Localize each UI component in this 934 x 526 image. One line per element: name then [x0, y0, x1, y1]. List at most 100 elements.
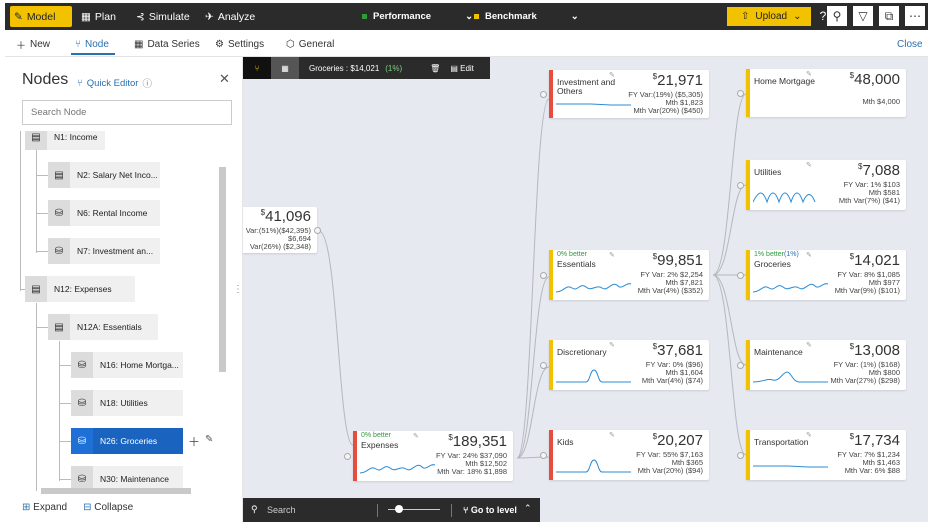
performance-selector[interactable]: Performance ⌄ [362, 3, 473, 30]
tree-view-icon[interactable]: ⑂ [243, 57, 271, 79]
better-badge: 1% better [754, 251, 784, 258]
mth-value: Mth $4,000 [862, 97, 900, 106]
tree-node-n2[interactable]: ▤ N2: Salary Net Inco... [48, 162, 160, 188]
node-card-transportation[interactable]: Transportation ✎ $17,734 FY Var: 7% $1,234 M… [746, 430, 906, 480]
go-to-level-button[interactable]: ⑂ Go to level [463, 505, 517, 515]
pencil-icon[interactable]: ✎ [609, 251, 615, 259]
pin-icon[interactable]: ⚲ [827, 6, 847, 26]
pencil-icon[interactable]: ✎ [609, 431, 615, 439]
tree-node-n6[interactable]: ⛁ N6: Rental Income [48, 200, 160, 226]
quick-editor-link[interactable]: ⑂ Quick Editor ⓘ [77, 76, 152, 91]
node-card-utilities[interactable]: Utilities ✎ $7,088 FY Var: 1% $103 Mth $581 M… [746, 160, 906, 210]
status-bar [746, 69, 750, 117]
plan-tab[interactable]: ▦ Plan [81, 3, 116, 30]
collapse-node-icon[interactable] [737, 362, 744, 369]
new-button[interactable]: ＋ New [16, 31, 50, 57]
tree-node-n16[interactable]: ⛁ N16: Home Mortga... [71, 352, 183, 378]
edit-button[interactable]: ▤ Edit [450, 64, 474, 73]
mth-var: Mth Var(27%) ($298) [830, 376, 900, 385]
cube-icon: ⬡ [286, 38, 295, 50]
node-value: $41,096 [260, 208, 311, 225]
node-value: $14,021 [849, 252, 900, 269]
search-node-input[interactable] [22, 100, 232, 125]
node-card-investment[interactable]: Investment and Others ✎ $21,971 FY Var:(19%… [549, 70, 709, 118]
simulate-icon: ⊰ [136, 10, 145, 23]
node-icon: ⑂ [75, 38, 81, 50]
tree-node-n18[interactable]: ⛁ N18: Utilities [71, 390, 183, 416]
close-icon[interactable]: ✕ [219, 71, 230, 87]
benchmark-selector[interactable]: Benchmark ⌄ [474, 3, 579, 30]
horizontal-scrollbar[interactable] [41, 488, 191, 494]
pencil-icon[interactable]: ✎ [806, 341, 812, 349]
delete-icon[interactable]: 🗑 [430, 64, 440, 73]
zoom-slider-handle[interactable] [395, 505, 403, 513]
node-card-mortgage[interactable]: Home Mortgage ✎ $48,000 Mth $4,000 [746, 69, 906, 117]
tree-node-n26[interactable]: ⛁ N26: Groceries [71, 428, 183, 454]
model-tab[interactable]: ✎ Model [10, 6, 72, 27]
info-icon: ⓘ [142, 79, 152, 90]
node-card-discretionary[interactable]: Discretionary ✎ $37,681 FY Var: 0% ($96) Mth… [549, 340, 709, 390]
more-options-icon[interactable]: ⋯ [905, 6, 925, 26]
search-icon[interactable]: ⚲ [251, 504, 258, 515]
pencil-icon[interactable]: ✎ [806, 251, 812, 259]
better-badge: 0% better [361, 432, 391, 439]
focus-mode-icon[interactable]: ⧉ [879, 6, 899, 26]
tab-data-series[interactable]: ▦ Data Series [134, 31, 200, 57]
hierarchy-icon: ⑂ [463, 505, 469, 515]
node-name: Kids [557, 437, 574, 447]
tree-node-n1[interactable]: ▤ N1: Income [25, 131, 105, 150]
status-bar [746, 160, 750, 210]
close-button[interactable]: Close [897, 31, 923, 57]
collapse-node-icon[interactable] [737, 272, 744, 279]
collapse-node-icon[interactable] [344, 453, 351, 460]
collapse-node-icon[interactable] [540, 452, 547, 459]
pencil-icon[interactable]: ✎ [806, 70, 812, 78]
upload-button[interactable]: ⇧ Upload ⌄ [727, 7, 811, 26]
node-card-essentials[interactable]: 0% better Essentials ✎ $99,851 FY Var: 2% $2… [549, 250, 709, 300]
collapse-button[interactable]: ⊟ Collapse [83, 502, 133, 513]
collapse-node-icon[interactable] [540, 362, 547, 369]
expand-button[interactable]: ⊞ Expand [22, 502, 67, 513]
collapse-node-icon[interactable] [540, 91, 547, 98]
pencil-icon[interactable]: ✎ [806, 431, 812, 439]
tab-general[interactable]: ⬡ General [286, 31, 334, 57]
tree-canvas: ⑂ ▦ Groceries : $14,021 (1%) 🗑 ▤ Edit $4… [243, 57, 928, 522]
pencil-icon[interactable]: ✎ [413, 432, 419, 440]
database-icon: ⛁ [71, 428, 93, 454]
simulate-tab[interactable]: ⊰ Simulate [136, 3, 190, 30]
tree-node-n7[interactable]: ⛁ N7: Investment an... [48, 238, 160, 264]
tree-node-n12a[interactable]: ▤ N12A: Essentials [48, 314, 158, 340]
canvas-search-input[interactable]: Search [267, 505, 296, 515]
database-icon: ⛁ [71, 352, 93, 378]
pencil-icon[interactable]: ✎ [609, 341, 615, 349]
pencil-icon[interactable]: ✎ [609, 71, 615, 79]
collapse-node-icon[interactable] [540, 272, 547, 279]
collapse-node-icon[interactable] [737, 90, 744, 97]
node-card-maintenance[interactable]: Maintenance ✎ $13,008 FY Var: (1%) ($168) Mt… [746, 340, 906, 390]
node-card-expenses[interactable]: 0% better Expenses ✎ $189,351 FY Var: 24% $3… [353, 431, 513, 481]
grid-view-icon[interactable]: ▦ [271, 57, 299, 79]
collapse-node-icon[interactable] [314, 227, 321, 234]
edit-node-icon[interactable]: ✎ [205, 434, 213, 445]
tab-settings[interactable]: ⚙ Settings [215, 31, 264, 57]
chevron-up-icon[interactable]: ⌃ [524, 503, 532, 514]
vertical-scrollbar[interactable] [219, 167, 226, 372]
status-bar [549, 70, 553, 118]
filter-icon[interactable]: ▽ [853, 6, 873, 26]
mth-var: Mth Var(4%) ($352) [637, 286, 703, 295]
collapse-node-icon[interactable] [737, 452, 744, 459]
node-card-kids[interactable]: Kids ✎ $20,207 FY Var: 55% $7,163 Mth $365 Mt… [549, 430, 709, 480]
tree-node-n12[interactable]: ▤ N12: Expenses [25, 276, 135, 302]
analyze-tab[interactable]: ✈ Analyze [205, 3, 255, 30]
mth-var: Mth Var(20%) ($450) [633, 106, 703, 115]
resize-handle-icon[interactable]: ⋮ [233, 284, 243, 295]
panel-footer: ⊞ Expand ⊟ Collapse [22, 502, 133, 513]
node-card-income[interactable]: $41,096 Var:(51%)($42,395) $6,694 Var(26… [243, 207, 317, 253]
status-bar [549, 250, 553, 300]
pencil-icon[interactable]: ✎ [806, 161, 812, 169]
collapse-node-icon[interactable] [737, 182, 744, 189]
add-node-icon[interactable]: ＋ [188, 433, 200, 450]
node-name: Home Mortgage [754, 76, 815, 86]
sparkline [753, 371, 828, 383]
node-card-groceries[interactable]: 1% better (1%) Groceries ✎ $14,021 FY Var: 8%… [746, 250, 906, 300]
